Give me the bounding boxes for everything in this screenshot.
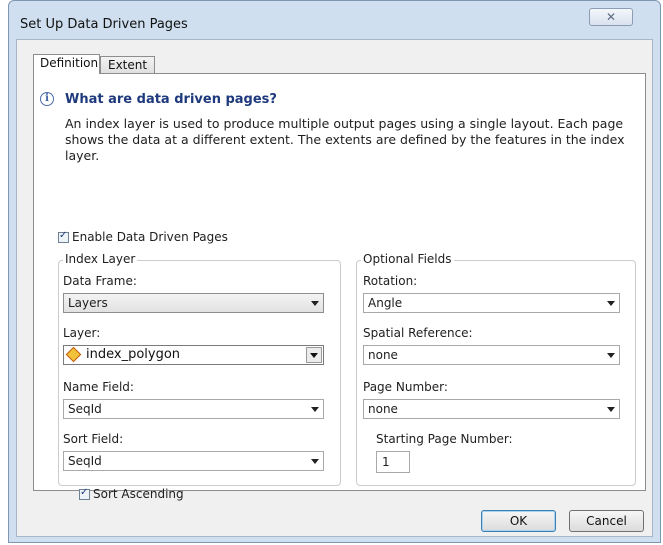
info-description: An index layer is used to produce multip… [65, 116, 625, 163]
chevron-down-icon [607, 407, 615, 412]
info-title: What are data driven pages? [65, 92, 277, 107]
page-number-value: none [368, 402, 398, 416]
tab-definition[interactable]: Definition [33, 54, 100, 74]
index-layer-legend: Index Layer [63, 252, 138, 266]
layer-dropdown-button[interactable] [306, 347, 322, 363]
sort-ascending-label: Sort Ascending [93, 487, 184, 501]
definition-panel: i What are data driven pages? An index l… [33, 73, 646, 501]
page-number-select[interactable]: none [363, 399, 620, 419]
dialog-window: Set Up Data Driven Pages ✕ Definition Ex… [8, 0, 661, 543]
layer-select[interactable]: index_polygon [63, 345, 324, 365]
polygon-layer-icon [65, 346, 82, 363]
tab-extent-label: Extent [108, 58, 148, 72]
info-icon: i [40, 92, 54, 106]
cancel-button[interactable]: Cancel [569, 510, 644, 532]
page-number-label: Page Number: [363, 380, 448, 394]
chevron-down-icon [311, 459, 319, 464]
ok-button[interactable]: OK [481, 510, 556, 532]
name-field-select[interactable]: SeqId [63, 399, 324, 419]
sort-field-select[interactable]: SeqId [63, 451, 324, 471]
chevron-down-icon [607, 301, 615, 306]
spatial-reference-value: none [368, 348, 398, 362]
tab-extent[interactable]: Extent [100, 56, 155, 74]
rotation-label: Rotation: [363, 274, 418, 288]
layer-value: index_polygon [86, 347, 181, 362]
sort-ascending-checkbox[interactable] [79, 487, 90, 500]
starting-page-number-input[interactable]: 1 [376, 451, 410, 473]
close-button[interactable]: ✕ [589, 8, 633, 26]
optional-fields-legend: Optional Fields [361, 252, 454, 266]
sort-field-label: Sort Field: [63, 432, 124, 446]
chevron-down-icon [311, 301, 319, 306]
spatial-reference-select[interactable]: none [363, 345, 620, 365]
rotation-value: Angle [368, 296, 403, 310]
enable-ddp-checkbox[interactable] [58, 230, 69, 243]
dialog-content: Definition Extent i What are data driven… [16, 39, 653, 537]
enable-ddp-label: Enable Data Driven Pages [72, 230, 228, 244]
spatial-reference-label: Spatial Reference: [363, 326, 473, 340]
starting-page-number-label: Starting Page Number: [376, 432, 513, 446]
dialog-title: Set Up Data Driven Pages [20, 17, 188, 32]
data-frame-label: Data Frame: [63, 274, 137, 288]
close-icon: ✕ [605, 10, 617, 24]
name-field-label: Name Field: [63, 380, 134, 394]
data-frame-value: Layers [68, 296, 108, 310]
name-field-value: SeqId [68, 402, 102, 416]
sort-field-value: SeqId [68, 454, 102, 468]
data-frame-select[interactable]: Layers [63, 293, 324, 313]
rotation-select[interactable]: Angle [363, 293, 620, 313]
layer-label: Layer: [63, 326, 101, 340]
tab-definition-label: Definition [40, 56, 99, 70]
chevron-down-icon [311, 407, 319, 412]
chevron-down-icon [607, 353, 615, 358]
